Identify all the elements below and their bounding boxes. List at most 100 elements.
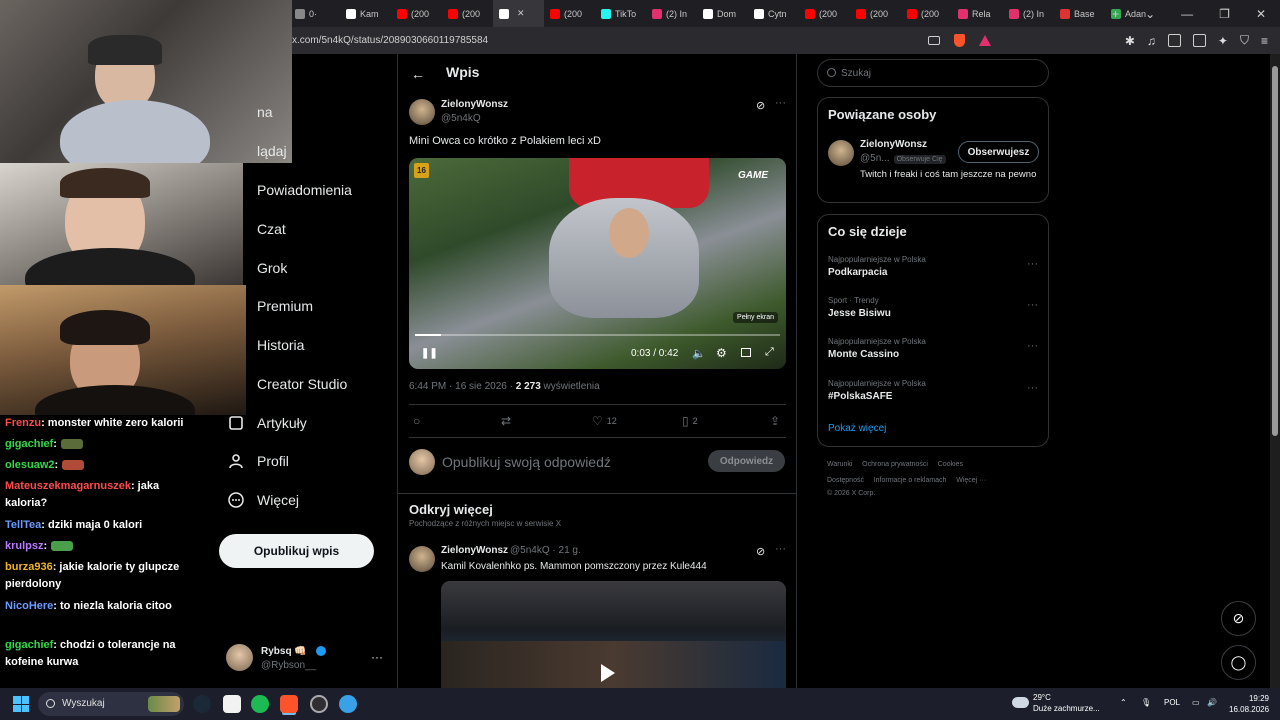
tweet-timestamp[interactable]: 6:44 PM · 16 sie 2026 · xyxy=(409,381,516,392)
tab-close-icon[interactable]: ✕ xyxy=(517,8,525,19)
grok-icon[interactable]: ⊘ xyxy=(756,99,765,112)
brave-shield-icon[interactable] xyxy=(954,34,965,47)
chat-username[interactable]: Mateuszekmagarnuszek xyxy=(5,480,131,492)
settings-icon[interactable]: ⚙ xyxy=(716,346,727,360)
avatar[interactable] xyxy=(828,140,854,166)
tray-chevron-icon[interactable]: ⌃ xyxy=(1120,698,1127,707)
trend-more-icon[interactable]: ··· xyxy=(1027,258,1038,270)
trend-item[interactable]: Sport · Trendy Jesse Bisiwu ··· xyxy=(828,296,1038,319)
nav-item-home[interactable]: na xyxy=(257,104,273,120)
footer-link[interactable]: Cookies xyxy=(938,461,963,468)
tweet-more-icon[interactable]: ··· xyxy=(775,97,786,109)
taskbar-app-globe[interactable] xyxy=(339,695,357,713)
account-switcher[interactable]: Rybsq 👊🏻 @Rybson__ ··· xyxy=(226,644,386,674)
minimize-icon[interactable]: — xyxy=(1181,7,1193,21)
browser-tab[interactable]: (2) In xyxy=(646,0,697,27)
vpn-icon[interactable]: ⛉ xyxy=(1240,33,1249,48)
nav-item-notifications[interactable]: Powiadomienia xyxy=(257,182,352,198)
repost-action[interactable]: ⇄ xyxy=(501,414,511,428)
browser-tab[interactable]: ✕ xyxy=(493,0,544,27)
nav-item-creator-studio[interactable]: Creator Studio xyxy=(257,376,347,392)
chat-username[interactable]: Frenzu xyxy=(5,417,41,429)
volume-icon[interactable]: 🔊 xyxy=(1207,698,1217,707)
footer-link[interactable]: Informacje o reklamach xyxy=(874,477,947,484)
taskbar-app-obs[interactable] xyxy=(310,695,328,713)
browser-tab[interactable]: TikTo xyxy=(595,0,646,27)
footer-link[interactable]: Ochrona prywatności xyxy=(862,461,928,468)
new-tab-button[interactable]: + xyxy=(1112,7,1119,21)
like-action[interactable]: ♡ 12 xyxy=(592,414,617,428)
url-field[interactable]: x.com/5n4kQ/status/2089030660119785584 xyxy=(292,35,488,46)
nav-item-explore[interactable]: lądaj xyxy=(257,143,287,159)
cast-icon[interactable] xyxy=(928,36,940,45)
browser-tab[interactable]: Rela xyxy=(952,0,1003,27)
tab-list-icon[interactable]: ⌄ xyxy=(1145,7,1155,21)
extensions-icon[interactable]: ✱ xyxy=(1125,34,1135,48)
nav-item-premium[interactable]: Premium xyxy=(257,298,313,314)
trend-more-icon[interactable]: ··· xyxy=(1027,299,1038,311)
sidebar-icon[interactable] xyxy=(1167,34,1181,47)
tweet-author-handle[interactable]: @5n4kQ xyxy=(441,113,481,124)
browser-tab[interactable]: (2) In xyxy=(1003,0,1054,27)
grok-fab[interactable]: ⊘ xyxy=(1221,601,1256,636)
footer-link[interactable]: Dostępność xyxy=(827,477,864,484)
microphone-icon[interactable]: 🎙 xyxy=(1141,698,1151,707)
taskbar-app-steam[interactable] xyxy=(193,695,211,713)
browser-tab[interactable]: (200 xyxy=(850,0,901,27)
windows-start-icon[interactable] xyxy=(13,696,29,712)
browser-tab[interactable]: (200 xyxy=(391,0,442,27)
footer-link[interactable]: Więcej ··· xyxy=(956,477,986,484)
trend-more-icon[interactable]: ··· xyxy=(1027,382,1038,394)
nav-item-more[interactable]: Więcej xyxy=(257,492,299,508)
language-indicator[interactable]: POL xyxy=(1164,698,1180,707)
show-more-link[interactable]: Pokaż więcej xyxy=(828,423,886,434)
account-more-icon[interactable]: ··· xyxy=(371,650,383,664)
fullscreen-icon[interactable]: ⤢ xyxy=(765,346,774,359)
chat-username[interactable]: TellTea xyxy=(5,519,41,531)
brave-rewards-icon[interactable] xyxy=(979,35,991,46)
post-button[interactable]: Opublikuj wpis xyxy=(219,534,374,568)
wallet-icon[interactable] xyxy=(1192,34,1206,47)
clock[interactable]: 19:29 16.08.2026 xyxy=(1229,693,1269,715)
reply-input[interactable]: Opublikuj swoją odpowiedź xyxy=(442,454,611,470)
leo-ai-icon[interactable]: ✦ xyxy=(1218,34,1228,48)
tweet-author-name[interactable]: ZielonyWonsz xyxy=(441,545,508,556)
chat-username[interactable]: gigachief xyxy=(5,438,53,450)
chat-username[interactable]: gigachief xyxy=(5,639,53,651)
music-icon[interactable]: ♫ xyxy=(1147,34,1156,48)
browser-tab[interactable]: (200 xyxy=(901,0,952,27)
trend-more-icon[interactable]: ··· xyxy=(1027,340,1038,352)
weather-widget[interactable]: 29°C Duże zachmurze... xyxy=(1012,692,1122,716)
tweet-more-icon[interactable]: ··· xyxy=(775,543,786,555)
page-scrollbar[interactable] xyxy=(1270,54,1280,688)
search-input[interactable]: Szukaj xyxy=(817,59,1049,87)
trend-item[interactable]: Najpopularniejsze w Polska #PolskaSAFE ··· xyxy=(828,379,1038,402)
avatar[interactable] xyxy=(409,546,435,572)
menu-icon[interactable]: ≡ xyxy=(1261,34,1268,48)
browser-tab[interactable]: Base xyxy=(1054,0,1105,27)
avatar[interactable] xyxy=(409,99,435,125)
browser-tab[interactable]: Dom xyxy=(697,0,748,27)
taskbar-app-spotify[interactable] xyxy=(251,695,269,713)
following-button[interactable]: Obserwujesz xyxy=(958,141,1039,163)
video-progress-bar[interactable] xyxy=(415,334,780,336)
tweet-video[interactable]: 16 GAME Pełny ekran ❚❚ 0:03 / 0:42 🔈 ⚙ ⤢ xyxy=(409,158,786,369)
nav-item-articles[interactable]: Artykuły xyxy=(257,415,307,431)
browser-tab[interactable]: 0· xyxy=(289,0,340,27)
related-user-handle[interactable]: @5n... Obserwuje Cię xyxy=(860,153,946,164)
volume-icon[interactable]: 🔈 xyxy=(692,347,706,360)
messages-fab[interactable]: ◯ xyxy=(1221,645,1256,680)
trend-item[interactable]: Najpopularniejsze w Polska Podkarpacia ··· xyxy=(828,255,1038,278)
taskbar-app-files[interactable] xyxy=(223,695,241,713)
pause-icon[interactable]: ❚❚ xyxy=(421,348,438,359)
nav-item-grok[interactable]: Grok xyxy=(257,260,287,276)
monitor-icon[interactable]: ▭ xyxy=(1192,698,1200,707)
grok-icon[interactable]: ⊘ xyxy=(756,545,765,558)
related-user-name[interactable]: ZielonyWonsz xyxy=(860,139,927,150)
tweet-author-handle[interactable]: @5n4kQ · 21 g. xyxy=(510,545,581,556)
chat-username[interactable]: burza936 xyxy=(5,561,53,573)
bookmark-action[interactable]: ▯ 2 xyxy=(682,414,698,428)
close-window-icon[interactable]: ✕ xyxy=(1256,7,1266,21)
browser-tab[interactable]: (200 xyxy=(799,0,850,27)
browser-tab[interactable]: Kam xyxy=(340,0,391,27)
